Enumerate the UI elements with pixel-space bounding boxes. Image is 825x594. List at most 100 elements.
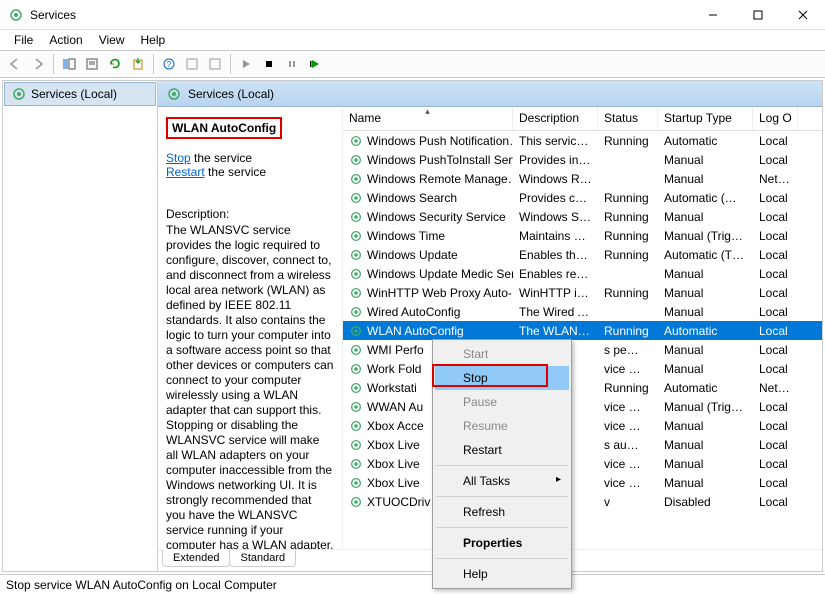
- submenu-arrow-icon: ▸: [556, 474, 561, 485]
- context-menu: Start Stop Pause Resume Restart All Task…: [432, 339, 572, 589]
- context-separator: [436, 496, 568, 497]
- show-hide-tree-button[interactable]: [58, 53, 80, 75]
- forward-button: [27, 53, 49, 75]
- service-gear-icon: [349, 153, 363, 167]
- start-service-button: [235, 53, 257, 75]
- service-row[interactable]: Work Foldvice …ManualLocal: [343, 359, 822, 378]
- service-row[interactable]: Wired AutoConfigThe Wired A…ManualLocal: [343, 302, 822, 321]
- right-pane-header: Services (Local): [158, 81, 822, 107]
- close-button[interactable]: [780, 0, 825, 30]
- service-gear-icon: [349, 438, 363, 452]
- menu-action[interactable]: Action: [41, 31, 90, 49]
- minimize-button[interactable]: [690, 0, 735, 30]
- right-pane-title: Services (Local): [188, 87, 274, 101]
- service-gear-icon: [349, 229, 363, 243]
- service-gear-icon: [349, 457, 363, 471]
- titlebar: Services: [0, 0, 825, 30]
- service-row[interactable]: Windows TimeMaintains d…RunningManual (T…: [343, 226, 822, 245]
- gear-icon: [11, 86, 27, 102]
- service-row[interactable]: XTUOCDrivvDisabledLocal: [343, 492, 822, 511]
- description-label: Description:: [166, 207, 334, 221]
- gear-icon: [166, 86, 182, 102]
- service-row[interactable]: WLAN AutoConfigThe WLANS…RunningAutomati…: [343, 321, 822, 340]
- content-area: Services (Local) Services (Local) WLAN A…: [2, 80, 823, 572]
- restart-link[interactable]: Restart: [166, 165, 205, 179]
- tab-standard[interactable]: Standard: [229, 550, 296, 567]
- service-row[interactable]: WorkstatiRunningAutomaticNetwo: [343, 378, 822, 397]
- service-gear-icon: [349, 191, 363, 205]
- detail-pane: WLAN AutoConfig Stop the service Restart…: [158, 107, 343, 549]
- status-text: Stop service WLAN AutoConfig on Local Co…: [6, 578, 277, 592]
- service-gear-icon: [349, 381, 363, 395]
- service-gear-icon: [349, 324, 363, 338]
- context-all-tasks[interactable]: All Tasks▸: [435, 469, 569, 493]
- tree-item-services-local[interactable]: Services (Local): [4, 82, 156, 106]
- menu-help[interactable]: Help: [133, 31, 174, 49]
- help-button[interactable]: ?: [158, 53, 180, 75]
- selected-service-highlight: WLAN AutoConfig: [166, 117, 282, 139]
- service-gear-icon: [349, 210, 363, 224]
- service-row[interactable]: Xbox Accevice …ManualLocal: [343, 416, 822, 435]
- tree-item-label: Services (Local): [31, 87, 117, 101]
- svg-text:?: ?: [167, 60, 172, 69]
- context-help[interactable]: Help: [435, 562, 569, 586]
- column-description[interactable]: Description: [513, 107, 598, 130]
- back-button: [4, 53, 26, 75]
- service-gear-icon: [349, 286, 363, 300]
- services-app-icon: [8, 7, 24, 23]
- service-row[interactable]: Windows SearchProvides co…RunningAutomat…: [343, 188, 822, 207]
- service-row[interactable]: Windows PushToInstall Serv…Provides inf……: [343, 150, 822, 169]
- service-gear-icon: [349, 400, 363, 414]
- service-gear-icon: [349, 267, 363, 281]
- context-properties[interactable]: Properties: [435, 531, 569, 555]
- stop-service-line: Stop the service: [166, 151, 334, 165]
- properties-button[interactable]: [81, 53, 103, 75]
- refresh-button[interactable]: [104, 53, 126, 75]
- service-row[interactable]: Windows Remote Manage…Windows R…ManualNe…: [343, 169, 822, 188]
- column-logon[interactable]: Log O: [753, 107, 798, 130]
- service-row[interactable]: Windows Push Notification…This service ……: [343, 131, 822, 150]
- menu-file[interactable]: File: [6, 31, 41, 49]
- window-title: Services: [30, 8, 690, 22]
- service-gear-icon: [349, 305, 363, 319]
- restart-service-button[interactable]: [304, 53, 326, 75]
- context-refresh[interactable]: Refresh: [435, 500, 569, 524]
- context-separator: [436, 527, 568, 528]
- service-list: Name▴ Description Status Startup Type Lo…: [343, 107, 822, 549]
- context-restart[interactable]: Restart: [435, 438, 569, 462]
- sort-ascending-icon: ▴: [425, 107, 430, 117]
- toolbar: ?: [0, 50, 825, 78]
- service-row[interactable]: Xbox Live vice …ManualLocal: [343, 473, 822, 492]
- export-button[interactable]: [127, 53, 149, 75]
- description-text: The WLANSVC service provides the logic r…: [166, 223, 334, 549]
- context-separator: [436, 465, 568, 466]
- stop-service-button[interactable]: [258, 53, 280, 75]
- stop-link[interactable]: Stop: [166, 151, 191, 165]
- column-startup-type[interactable]: Startup Type: [658, 107, 753, 130]
- service-row[interactable]: Xbox Live s au…ManualLocal: [343, 435, 822, 454]
- menubar: File Action View Help: [0, 30, 825, 50]
- service-row[interactable]: Windows Update Medic Ser…Enables rem…Man…: [343, 264, 822, 283]
- context-pause: Pause: [435, 390, 569, 414]
- service-row[interactable]: WinHTTP Web Proxy Auto-…WinHTTP i…Runnin…: [343, 283, 822, 302]
- service-gear-icon: [349, 343, 363, 357]
- service-row[interactable]: Xbox Live vice …ManualLocal: [343, 454, 822, 473]
- list-header: Name▴ Description Status Startup Type Lo…: [343, 107, 822, 131]
- context-stop[interactable]: Stop: [435, 366, 569, 390]
- toolbar-icon-2[interactable]: [204, 53, 226, 75]
- service-row[interactable]: Windows Security ServiceWindows Se…Runni…: [343, 207, 822, 226]
- toolbar-icon[interactable]: [181, 53, 203, 75]
- maximize-button[interactable]: [735, 0, 780, 30]
- service-row[interactable]: WWAN Auvice …Manual (Trig…Local: [343, 397, 822, 416]
- service-gear-icon: [349, 248, 363, 262]
- pause-service-button: [281, 53, 303, 75]
- column-name[interactable]: Name▴: [343, 107, 513, 130]
- tab-extended[interactable]: Extended: [162, 549, 230, 567]
- context-start: Start: [435, 342, 569, 366]
- column-status[interactable]: Status: [598, 107, 658, 130]
- service-row[interactable]: WMI Perfos pe…ManualLocal: [343, 340, 822, 359]
- service-row[interactable]: Windows UpdateEnables the …RunningAutoma…: [343, 245, 822, 264]
- menu-view[interactable]: View: [91, 31, 133, 49]
- window-controls: [690, 0, 825, 30]
- list-rows: Windows Push Notification…This service ……: [343, 131, 822, 511]
